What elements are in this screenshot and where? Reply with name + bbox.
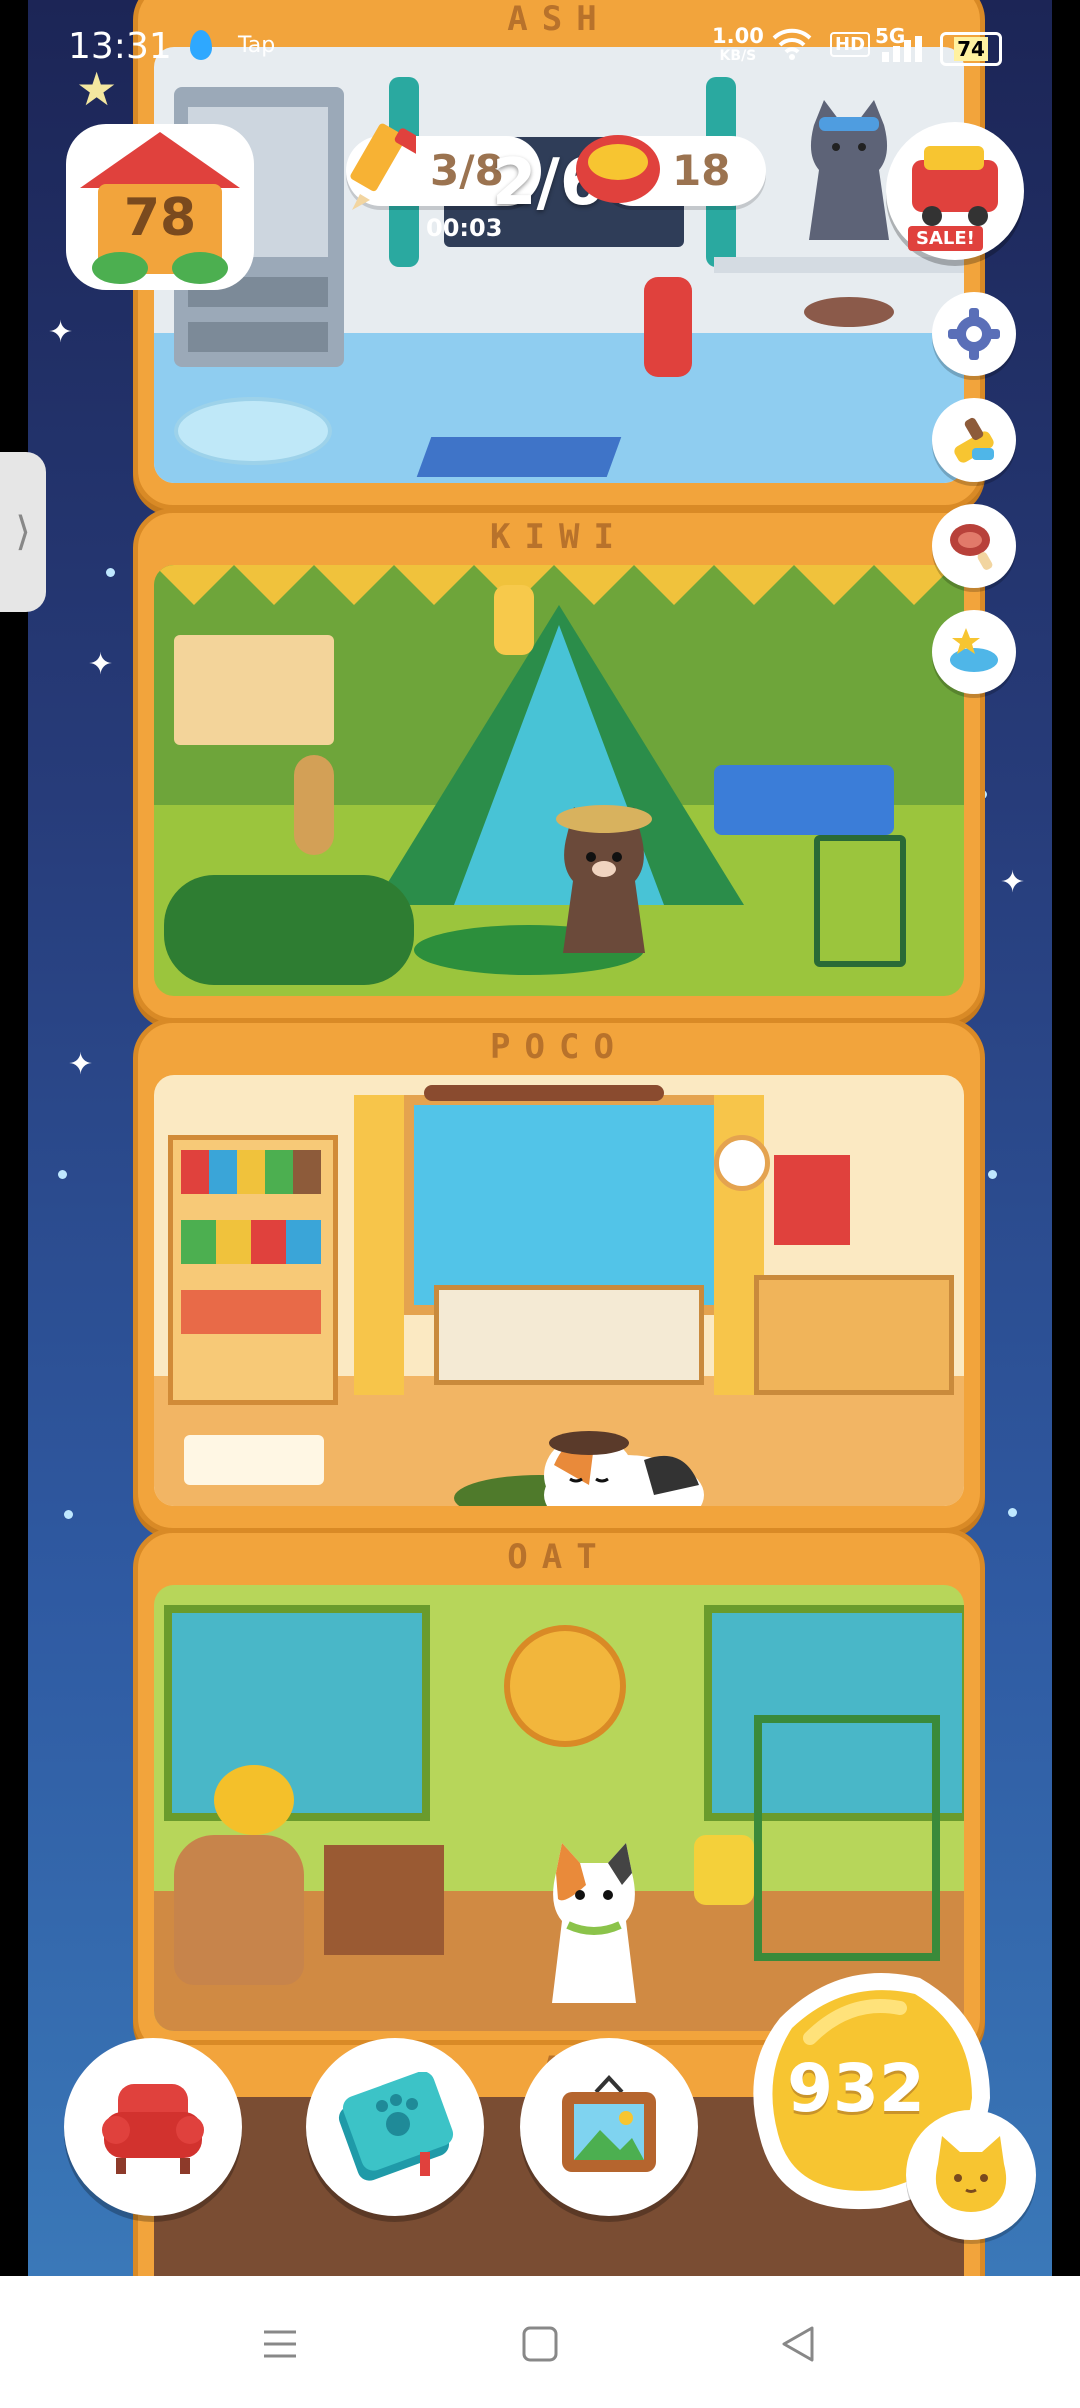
- wall-poster: [774, 1155, 850, 1245]
- star-dot: [58, 1170, 67, 1179]
- cat-menu-button[interactable]: [906, 2110, 1036, 2240]
- cat-kiwi[interactable]: [549, 795, 659, 955]
- room-name: OAT: [507, 1537, 611, 1577]
- armchair-icon: [102, 2084, 204, 2174]
- room-ash-interior[interactable]: [154, 47, 964, 483]
- net-speed-unit: KB/S: [719, 48, 757, 64]
- picture-frame-icon: [562, 2075, 656, 2172]
- lab-desk: [714, 257, 964, 273]
- house-level-button[interactable]: 78: [60, 118, 260, 296]
- cat-ash[interactable]: [794, 95, 904, 245]
- star-dot: [106, 568, 115, 577]
- watering-can: [694, 1835, 754, 1905]
- room-poco-interior[interactable]: [154, 1075, 964, 1506]
- ukulele: [294, 755, 334, 855]
- treasure-map: [174, 635, 334, 745]
- greenhouse-window-left: [164, 1605, 430, 1821]
- room-poco[interactable]: POCO: [133, 1018, 985, 1533]
- hd-badge: HD: [830, 32, 871, 57]
- gear-icon: [948, 308, 1000, 360]
- system-nav-bar: [0, 2276, 1080, 2408]
- wooden-crate: [324, 1845, 444, 1955]
- settings-button[interactable]: [932, 292, 1016, 376]
- game-scene[interactable]: ★ ✦ ✦ ✦ ✦ ASH KIWI POCO OAT 78 3/8 00:03…: [28, 0, 1052, 2276]
- battery-level: 74: [954, 37, 988, 61]
- rewards-button[interactable]: [932, 610, 1016, 694]
- room-kiwi[interactable]: KIWI: [133, 508, 985, 1023]
- menu-icon[interactable]: [250, 2314, 310, 2374]
- hanging-lantern: [494, 585, 534, 655]
- brush-icon: [954, 417, 994, 463]
- sparkle-icon: ✦: [68, 1047, 94, 1082]
- cat-face-icon: [935, 2136, 1007, 2212]
- cat-food-counter: 18: [672, 146, 731, 195]
- sparkle-icon: ✦: [48, 315, 74, 350]
- cooler-box: [714, 765, 894, 835]
- lab-stool: [804, 297, 894, 327]
- catbook-button[interactable]: [306, 2038, 484, 2216]
- shop-button[interactable]: SALE!: [886, 122, 1024, 260]
- drawing-desk: [434, 1285, 704, 1385]
- sale-badge: SALE!: [908, 226, 983, 251]
- cat-oat[interactable]: [534, 1825, 654, 2005]
- blueprint-mat: [416, 437, 622, 477]
- curtain-left: [354, 1095, 404, 1395]
- sunflowers: [214, 1765, 294, 1835]
- shop-truck-icon: [912, 146, 998, 226]
- star-dot: [1008, 1508, 1017, 1517]
- teleport-pad: [174, 397, 332, 465]
- water-drop-icon: [190, 30, 212, 60]
- side-panel-handle[interactable]: ⟩: [0, 452, 46, 612]
- album-button[interactable]: [520, 2038, 698, 2216]
- side-cabinet: [754, 1275, 954, 1395]
- sparkle-icon: ✦: [88, 647, 114, 682]
- plant-shelf: [754, 1715, 940, 1961]
- net-speed: 1.00 KB/S: [712, 26, 764, 66]
- camp-chair: [814, 835, 906, 967]
- wall-clock: [714, 1135, 770, 1191]
- battery-icon: 74: [940, 32, 1002, 66]
- back-icon[interactable]: [768, 2314, 828, 2374]
- star-plate-icon: [950, 628, 998, 672]
- study-window: [404, 1095, 734, 1315]
- room-name: POCO: [490, 1027, 628, 1067]
- net-speed-value: 1.00: [712, 24, 764, 48]
- home-icon[interactable]: [510, 2314, 570, 2374]
- cat-food-can-icon: [576, 135, 660, 203]
- cat-poco[interactable]: [534, 1405, 704, 1506]
- status-bar: 13:31 Tap 1.00 KB/S HD 5G 74: [0, 0, 1080, 90]
- vegetable-sack: [174, 1835, 304, 1985]
- sleeping-bag: [164, 875, 414, 985]
- status-time: 13:31: [68, 26, 172, 67]
- star-dot: [64, 1510, 73, 1519]
- meat-icon: [950, 524, 993, 570]
- food-button[interactable]: [932, 504, 1016, 588]
- ceiling-fan: [424, 1085, 664, 1101]
- signal-bars-icon: [882, 36, 926, 62]
- coin-amount: 932: [787, 2050, 925, 2127]
- furniture-button[interactable]: [64, 2038, 242, 2216]
- status-notification-label: Tap: [238, 33, 276, 58]
- star-dot: [988, 1170, 997, 1179]
- sparkle-icon: ✦: [1000, 865, 1026, 900]
- room-kiwi-interior[interactable]: [154, 565, 964, 996]
- wifi-icon: [772, 26, 812, 69]
- open-book: [184, 1435, 324, 1485]
- pencil-timer: 00:03: [426, 214, 503, 242]
- decorate-button[interactable]: [932, 398, 1016, 482]
- room-name: KIWI: [490, 517, 628, 557]
- bookshelf: [168, 1135, 338, 1405]
- paw-notebook-icon: [338, 2072, 454, 2181]
- house-level: 78: [123, 188, 197, 248]
- straw-hat: [504, 1625, 626, 1747]
- fire-extinguisher: [644, 277, 692, 377]
- pencil-icon: [350, 123, 416, 210]
